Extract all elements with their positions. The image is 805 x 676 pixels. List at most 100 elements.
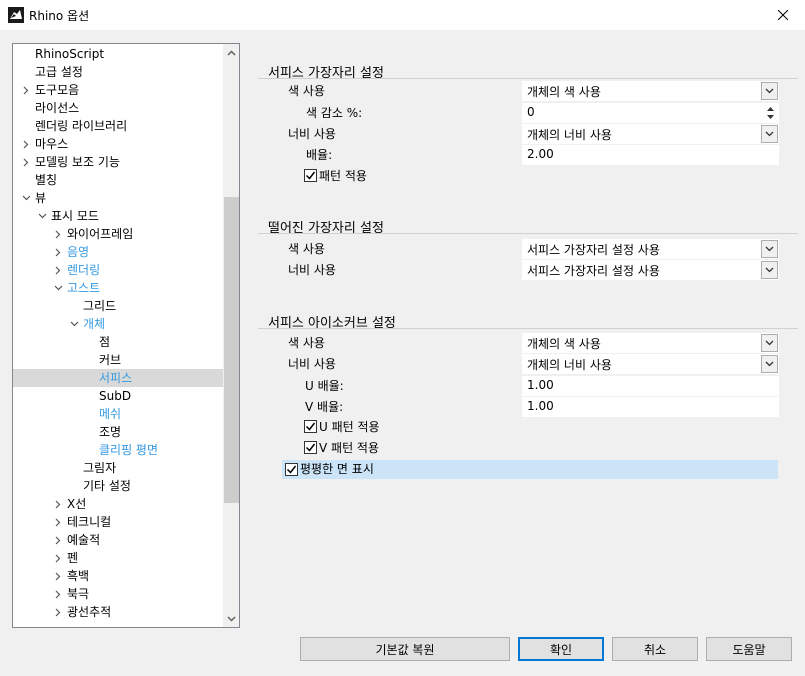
tree-item[interactable]: 북극 bbox=[13, 585, 223, 603]
section-divider bbox=[258, 233, 798, 234]
title-bar: Rhino 옵션 bbox=[0, 0, 805, 30]
checkmark-icon bbox=[305, 422, 316, 431]
tree-item[interactable]: 라이선스 bbox=[13, 99, 223, 117]
surface-edge-color-dropdown[interactable]: 개체의 색 사용 bbox=[522, 81, 779, 101]
chevron-right-icon[interactable] bbox=[51, 585, 65, 603]
tree-item-label: 테크니컬 bbox=[67, 515, 112, 529]
tree-item[interactable]: 흑백 bbox=[13, 567, 223, 585]
chevron-right-icon[interactable] bbox=[19, 135, 33, 153]
tree-item[interactable]: 테크니컬 bbox=[13, 513, 223, 531]
tree-item[interactable]: 도구모음 bbox=[13, 81, 223, 99]
u-scale-input[interactable]: 1.00 bbox=[522, 376, 779, 396]
spinner-icon[interactable] bbox=[763, 103, 778, 123]
chevron-down-icon[interactable] bbox=[35, 207, 49, 225]
tree-item-label: 와이어프레임 bbox=[67, 227, 134, 241]
surface-edge-width-dropdown[interactable]: 개체의 너비 사용 bbox=[522, 124, 779, 144]
color-reduction-value: 0 bbox=[527, 105, 535, 119]
tree-item[interactable]: 커브 bbox=[13, 351, 223, 369]
tree-item[interactable]: 뷰 bbox=[13, 189, 223, 207]
tree-item[interactable]: 서피스 bbox=[13, 369, 223, 387]
tree-item-label: 예술적 bbox=[67, 533, 101, 547]
tree-item[interactable]: 와이어프레임 bbox=[13, 225, 223, 243]
naked-edge-color-label: 색 사용 bbox=[288, 242, 325, 256]
tree-item[interactable]: 광선추적 bbox=[13, 603, 223, 621]
tree-item-label: 북극 bbox=[67, 587, 90, 601]
scroll-down-arrow[interactable] bbox=[223, 610, 239, 627]
help-button[interactable]: 도움말 bbox=[706, 637, 792, 661]
tree-item[interactable]: RhinoScript bbox=[13, 45, 223, 63]
restore-defaults-button[interactable]: 기본값 복원 bbox=[300, 637, 510, 661]
tree-item[interactable]: 별칭 bbox=[13, 171, 223, 189]
dropdown-button[interactable] bbox=[761, 240, 778, 258]
tree-item[interactable]: 그리드 bbox=[13, 297, 223, 315]
tree-item[interactable]: 그림자 bbox=[13, 459, 223, 477]
dropdown-button[interactable] bbox=[761, 125, 778, 143]
tree-item[interactable]: 렌더링 bbox=[13, 261, 223, 279]
tree-item[interactable]: 고스트 bbox=[13, 279, 223, 297]
tree-item[interactable]: 렌더링 라이브러리 bbox=[13, 117, 223, 135]
tree-item-label: SubD bbox=[99, 389, 132, 403]
color-reduction-input[interactable]: 0 bbox=[522, 103, 779, 123]
tree-item[interactable]: 조명 bbox=[13, 423, 223, 441]
isocurve-color-dropdown[interactable]: 개체의 색 사용 bbox=[522, 333, 779, 353]
pattern-checkbox[interactable] bbox=[304, 169, 317, 182]
tree-item[interactable]: SubD bbox=[13, 387, 223, 405]
chevron-right-icon[interactable] bbox=[19, 153, 33, 171]
tree-item[interactable]: 클리핑 평면 bbox=[13, 441, 223, 459]
isocurve-width-value: 개체의 너비 사용 bbox=[527, 358, 612, 372]
u-pattern-checkbox[interactable] bbox=[304, 420, 317, 433]
chevron-right-icon[interactable] bbox=[51, 531, 65, 549]
tree-item[interactable]: 고급 설정 bbox=[13, 63, 223, 81]
scroll-thumb[interactable] bbox=[224, 197, 239, 503]
v-pattern-checkbox[interactable] bbox=[304, 441, 317, 454]
tree-item[interactable]: 점 bbox=[13, 333, 223, 351]
scroll-up-arrow[interactable] bbox=[223, 44, 239, 61]
naked-edge-color-dropdown[interactable]: 서피스 가장자리 설정 사용 bbox=[522, 239, 779, 259]
tree-item[interactable]: 개체 bbox=[13, 315, 223, 333]
tree-item[interactable]: 모델링 보조 기능 bbox=[13, 153, 223, 171]
flat-faces-checkbox[interactable] bbox=[285, 463, 298, 476]
close-button[interactable] bbox=[760, 0, 805, 30]
isocurve-width-dropdown[interactable]: 개체의 너비 사용 bbox=[522, 354, 779, 374]
dropdown-button[interactable] bbox=[761, 261, 778, 279]
tree-item[interactable]: X선 bbox=[13, 495, 223, 513]
dropdown-button[interactable] bbox=[761, 355, 778, 373]
tree-item[interactable]: 음영 bbox=[13, 243, 223, 261]
v-pattern-label: V 패턴 적용 bbox=[319, 441, 379, 455]
tree-item[interactable]: 기타 설정 bbox=[13, 477, 223, 495]
dropdown-button[interactable] bbox=[761, 82, 778, 100]
chevron-right-icon[interactable] bbox=[51, 495, 65, 513]
flat-faces-label: 평평한 면 표시 bbox=[300, 462, 374, 476]
tree-item[interactable]: 펜 bbox=[13, 549, 223, 567]
chevron-right-icon[interactable] bbox=[51, 225, 65, 243]
tree-item-label: 클리핑 평면 bbox=[99, 443, 159, 457]
naked-edge-width-dropdown[interactable]: 서피스 가장자리 설정 사용 bbox=[522, 260, 779, 280]
chevron-down-icon[interactable] bbox=[51, 279, 65, 297]
ok-button[interactable]: 확인 bbox=[518, 637, 604, 661]
chevron-down-icon[interactable] bbox=[67, 315, 81, 333]
v-scale-input[interactable]: 1.00 bbox=[522, 397, 779, 417]
cancel-button[interactable]: 취소 bbox=[612, 637, 698, 661]
tree-scrollbar[interactable] bbox=[223, 44, 239, 627]
tree-item[interactable]: 표시 모드 bbox=[13, 207, 223, 225]
dropdown-button[interactable] bbox=[761, 334, 778, 352]
tree-item-label: RhinoScript bbox=[35, 47, 105, 61]
chevron-right-icon[interactable] bbox=[51, 567, 65, 585]
tree-item-label: 그리드 bbox=[83, 299, 117, 313]
chevron-down-icon[interactable] bbox=[19, 189, 33, 207]
tree-item[interactable]: 예술적 bbox=[13, 531, 223, 549]
chevron-right-icon[interactable] bbox=[51, 243, 65, 261]
v-scale-label: V 배율: bbox=[305, 400, 344, 414]
options-tree[interactable]: RhinoScript 고급 설정도구모음라이선스 렌더링 라이브러리 마우스 모델링 … bbox=[12, 43, 240, 628]
chevron-right-icon[interactable] bbox=[51, 261, 65, 279]
scale-input[interactable]: 2.00 bbox=[522, 145, 779, 165]
chevron-right-icon[interactable] bbox=[51, 603, 65, 621]
section-divider bbox=[258, 78, 798, 79]
tree-item[interactable]: 메쉬 bbox=[13, 405, 223, 423]
tree-item-label: 도구모음 bbox=[35, 83, 80, 97]
chevron-right-icon[interactable] bbox=[19, 81, 33, 99]
chevron-right-icon[interactable] bbox=[51, 549, 65, 567]
tree-item-label: 광선추적 bbox=[67, 605, 112, 619]
tree-item[interactable]: 마우스 bbox=[13, 135, 223, 153]
chevron-right-icon[interactable] bbox=[51, 513, 65, 531]
